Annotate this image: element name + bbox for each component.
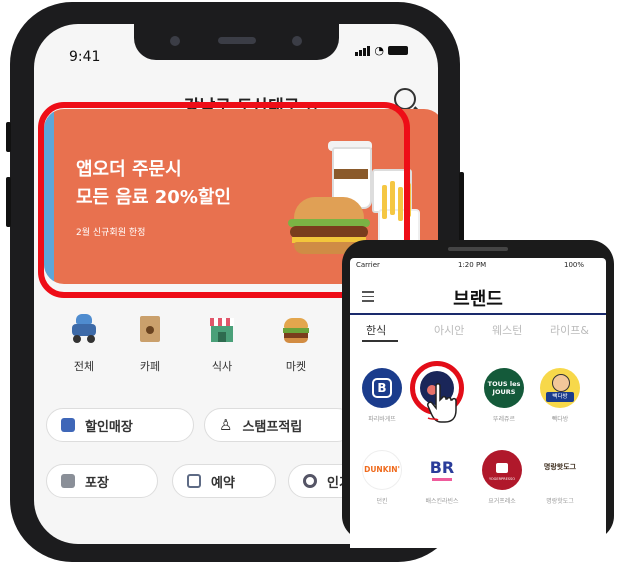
- brand-paris-baguette[interactable]: B: [362, 368, 402, 408]
- pill-label: 포장: [85, 475, 109, 491]
- category-market[interactable]: 마켓: [266, 314, 326, 374]
- coffee-bag-icon: [136, 314, 164, 344]
- page-title: 브랜드: [453, 289, 503, 310]
- status-time: 9:41: [69, 49, 101, 65]
- sensor-icon: [292, 36, 302, 46]
- category-meal[interactable]: 식사: [192, 314, 252, 374]
- brand-tabs: 한식 아시안 웨스턴 라이프&: [350, 322, 606, 342]
- speaker-grille: [448, 247, 508, 251]
- tab-lifestyle[interactable]: 라이프&: [550, 322, 589, 338]
- phone-volume-button: [6, 177, 11, 227]
- brand-label: 배스킨라빈스: [425, 498, 459, 505]
- reservation-button[interactable]: 예약: [172, 464, 276, 498]
- store-icon: [208, 314, 236, 344]
- status-icons: ◔: [355, 44, 408, 57]
- tab-western[interactable]: 웨스턴: [492, 322, 522, 338]
- brand-yogerpresso[interactable]: YOGERPRESSO: [482, 450, 522, 490]
- brand-label: 뚜레쥬르: [492, 416, 516, 423]
- speaker-grille: [218, 37, 256, 44]
- pill-label: 스탬프적립: [242, 419, 303, 435]
- pill-label: 예약: [211, 475, 235, 491]
- phone-power-button: [459, 172, 464, 242]
- brand-logo-mark: DUNKIN': [364, 465, 400, 474]
- brand-label: 요거프레소: [488, 498, 516, 505]
- category-label: 전체: [73, 360, 95, 373]
- tab-asian[interactable]: 아시안: [434, 322, 464, 338]
- discount-icon: [61, 418, 75, 432]
- brand-phone-frame: Carrier 1:20 PM 100% 브랜드 한식 아시안 웨스턴 라이프&…: [342, 240, 614, 548]
- battery-icon: [388, 46, 408, 55]
- brand-logo-mark: B: [372, 378, 392, 398]
- battery-label: 100%: [564, 261, 585, 269]
- takeout-icon: [61, 474, 75, 488]
- scooter-icon: [70, 314, 98, 344]
- brand-app-screen: Carrier 1:20 PM 100% 브랜드 한식 아시안 웨스턴 라이프&…: [350, 258, 606, 548]
- category-label: 카페: [139, 360, 161, 373]
- status-time: 1:20 PM: [458, 261, 487, 269]
- pill-label: 할인매장: [85, 419, 133, 435]
- signal-icon: [355, 46, 371, 56]
- cup-mark-icon: [496, 463, 508, 473]
- category-cafe[interactable]: 카페: [120, 314, 180, 374]
- stamp-button[interactable]: ♙ 스탬프적립: [204, 408, 354, 442]
- brand-baskin-robbins[interactable]: BR: [422, 450, 462, 490]
- category-label: 마켓: [285, 360, 307, 373]
- brand-logo-mark: TOUS les JOURS: [487, 380, 521, 396]
- brand-myungrang-hotdog[interactable]: 명랑핫도그: [540, 450, 580, 490]
- brand-label: 던킨: [376, 498, 388, 505]
- camera-icon: [170, 36, 180, 46]
- title-divider: [350, 313, 606, 315]
- brand-logo-mark: 명랑핫도그: [543, 463, 577, 471]
- stamp-icon: ♙: [219, 416, 233, 434]
- category-label: 식사: [211, 360, 233, 373]
- brand-tous-les-jours[interactable]: TOUS les JOURS: [484, 368, 524, 408]
- pointing-hand-icon: [427, 383, 457, 423]
- phone-notch: [134, 24, 339, 60]
- brand-face-mark: [552, 374, 570, 392]
- status-bar: Carrier 1:20 PM 100%: [350, 258, 606, 272]
- discount-store-button[interactable]: 할인매장: [46, 408, 194, 442]
- phone-mute-button: [6, 122, 11, 152]
- brand-dunkin[interactable]: DUNKIN': [362, 450, 402, 490]
- carrier-label: Carrier: [356, 261, 380, 269]
- calendar-icon: [187, 474, 201, 488]
- category-all[interactable]: 전체: [54, 314, 114, 374]
- brand-logo-mark: YOGERPRESSO: [488, 477, 515, 481]
- burger-icon: [282, 314, 310, 344]
- brand-label: 명랑핫도그: [546, 498, 574, 505]
- brand-label: 파리바게뜨: [368, 416, 396, 423]
- popular-icon: [303, 474, 317, 488]
- brand-logo-mark: 빽다방: [546, 392, 574, 402]
- brand-logo-mark: BR: [429, 458, 455, 477]
- brand-paik-dabang[interactable]: 빽다방: [540, 368, 580, 408]
- active-tab-underline: [362, 340, 398, 342]
- brand-logo-accent: [432, 478, 452, 481]
- tab-korean[interactable]: 한식: [366, 322, 386, 338]
- brand-label: 빽다방: [551, 416, 569, 423]
- takeout-button[interactable]: 포장: [46, 464, 158, 498]
- wifi-icon: ◔: [374, 44, 384, 57]
